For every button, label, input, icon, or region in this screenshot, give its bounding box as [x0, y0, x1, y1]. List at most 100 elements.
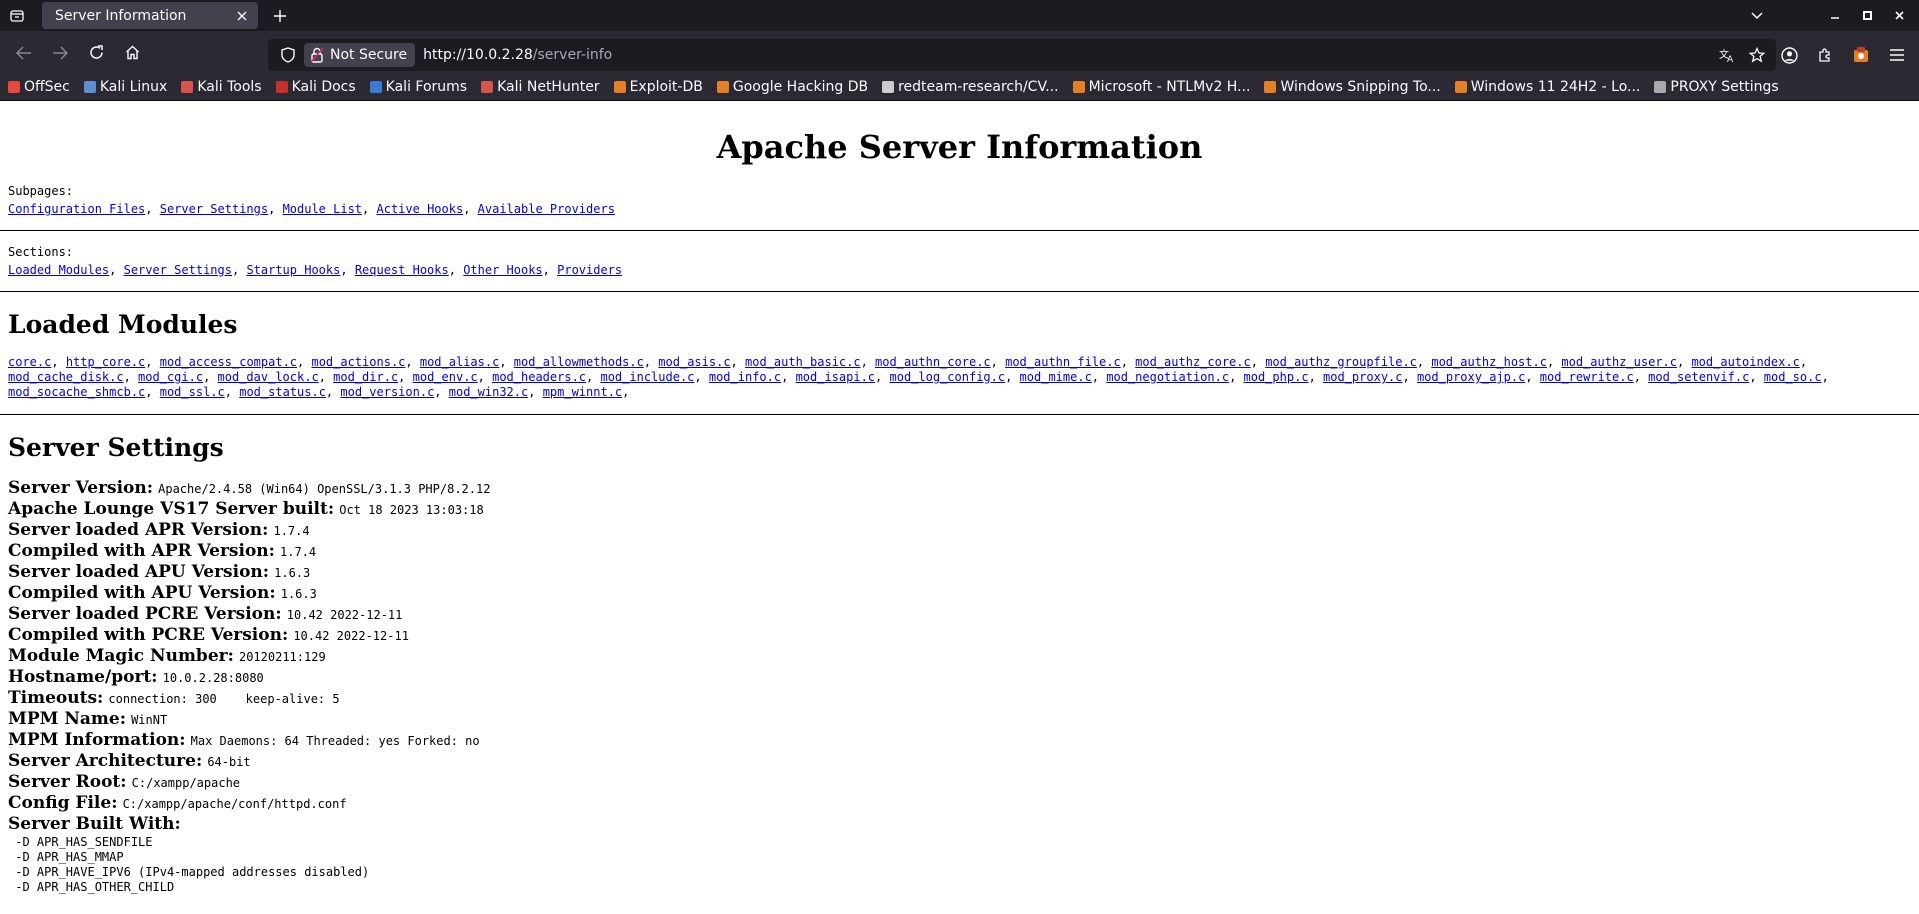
module-link[interactable]: mpm_winnt.c	[543, 385, 622, 399]
setting-label: Server Architecture:	[8, 751, 203, 771]
bookmark-item[interactable]: Microsoft - NTLMv2 H...	[1072, 79, 1250, 95]
module-link[interactable]: mod_authn_core.c	[875, 355, 991, 369]
module-link[interactable]: mod_alias.c	[420, 355, 499, 369]
subpage-link[interactable]: Server Settings	[160, 202, 268, 216]
module-link[interactable]: mod_auth_basic.c	[745, 355, 861, 369]
module-link[interactable]: mod_version.c	[340, 385, 434, 399]
chevron-down-icon[interactable]	[1741, 0, 1773, 31]
module-link[interactable]: mod_dir.c	[333, 370, 398, 384]
close-tab-icon[interactable]	[234, 8, 250, 24]
setting-row: Server Root: C:/xampp/apache	[8, 772, 1919, 793]
minimize-icon[interactable]	[1819, 0, 1851, 31]
bookmark-item[interactable]: Exploit-DB	[613, 79, 703, 95]
home-icon[interactable]	[117, 38, 147, 68]
section-link[interactable]: Other Hooks	[463, 263, 542, 277]
toolbar-right	[1771, 39, 1919, 71]
subpage-link[interactable]: Module List	[283, 202, 362, 216]
subpage-link[interactable]: Configuration Files	[8, 202, 145, 216]
module-link[interactable]: mod_log_config.c	[890, 370, 1006, 384]
module-link[interactable]: mod_include.c	[600, 370, 694, 384]
module-link[interactable]: mod_so.c	[1764, 370, 1822, 384]
module-link[interactable]: mod_info.c	[709, 370, 781, 384]
module-link[interactable]: mod_ssl.c	[160, 385, 225, 399]
module-link[interactable]: mod_env.c	[413, 370, 478, 384]
bookmark-star-icon[interactable]	[1742, 47, 1772, 63]
bookmark-favicon-icon	[369, 81, 382, 93]
module-link[interactable]: mod_allowmethods.c	[514, 355, 644, 369]
maximize-icon[interactable]	[1851, 0, 1883, 31]
forward-arrow-icon[interactable]	[45, 38, 75, 68]
module-link[interactable]: mod_authz_host.c	[1431, 355, 1547, 369]
new-tab-icon[interactable]	[264, 2, 296, 30]
bookmark-favicon-icon	[1454, 81, 1467, 93]
bookmark-item[interactable]: Windows Snipping To...	[1264, 79, 1441, 95]
setting-row: Server Built With:	[8, 814, 1919, 835]
back-arrow-icon[interactable]	[9, 38, 39, 68]
menu-hamburger-icon[interactable]	[1879, 40, 1915, 70]
bookmark-item[interactable]: Kali Linux	[83, 79, 167, 95]
module-link[interactable]: mod_asis.c	[658, 355, 730, 369]
url-host: http://10.0.2.28	[423, 47, 533, 63]
tab-list-icon[interactable]	[0, 0, 34, 31]
url-bar[interactable]: Not Secure http://10.0.2.28/server-info …	[268, 39, 1776, 71]
module-link[interactable]: mod_authz_user.c	[1561, 355, 1677, 369]
bookmark-item[interactable]: Google Hacking DB	[716, 79, 868, 95]
subpage-link[interactable]: Available Providers	[478, 202, 615, 216]
setting-value: 10.0.2.28:8080	[162, 671, 264, 685]
module-link[interactable]: mod_actions.c	[311, 355, 405, 369]
extensions-icon[interactable]	[1807, 40, 1843, 70]
bookmark-item[interactable]: Kali Tools	[181, 79, 262, 95]
module-link[interactable]: core.c	[8, 355, 51, 369]
close-window-icon[interactable]	[1883, 0, 1915, 31]
module-link[interactable]: mod_authz_core.c	[1135, 355, 1251, 369]
module-link[interactable]: mod_authz_groupfile.c	[1265, 355, 1417, 369]
bookmark-label: redteam-research/CV...	[898, 79, 1059, 95]
module-link[interactable]: mod_negotiation.c	[1106, 370, 1229, 384]
tab-active[interactable]: Server Information	[42, 2, 258, 29]
setting-row: Server loaded APR Version: 1.7.4	[8, 520, 1919, 541]
module-link[interactable]: http_core.c	[66, 355, 145, 369]
bookmark-item[interactable]: PROXY Settings	[1654, 79, 1779, 95]
translate-icon[interactable]: 文A	[1712, 47, 1742, 63]
module-link[interactable]: mod_win32.c	[449, 385, 528, 399]
bookmark-item[interactable]: Kali NetHunter	[481, 79, 600, 95]
reload-icon[interactable]	[81, 38, 111, 68]
bookmark-item[interactable]: redteam-research/CV...	[882, 79, 1059, 95]
module-link[interactable]: mod_proxy.c	[1323, 370, 1402, 384]
module-link[interactable]: mod_setenvif.c	[1648, 370, 1749, 384]
bookmark-label: PROXY Settings	[1670, 79, 1779, 95]
module-link[interactable]: mod_access_compat.c	[160, 355, 297, 369]
tracking-shield-icon[interactable]	[274, 47, 302, 63]
bookmark-item[interactable]: Kali Docs	[275, 79, 356, 95]
section-link[interactable]: Startup Hooks	[246, 263, 340, 277]
setting-label: Compiled with APR Version:	[8, 541, 275, 561]
bookmark-item[interactable]: Kali Forums	[369, 79, 467, 95]
module-link[interactable]: mod_cache_disk.c	[8, 370, 124, 384]
module-link[interactable]: mod_dav_lock.c	[218, 370, 319, 384]
module-link[interactable]: mod_headers.c	[492, 370, 586, 384]
section-link[interactable]: Providers	[557, 263, 622, 277]
module-link[interactable]: mod_mime.c	[1020, 370, 1092, 384]
setting-label: MPM Name:	[8, 709, 126, 729]
module-link[interactable]: mod_isapi.c	[796, 370, 875, 384]
module-link[interactable]: mod_php.c	[1244, 370, 1309, 384]
extension-addon-icon[interactable]	[1843, 40, 1879, 70]
url-text[interactable]: http://10.0.2.28/server-info	[423, 47, 612, 63]
setting-label: Server Version:	[8, 478, 154, 498]
section-link[interactable]: Request Hooks	[355, 263, 449, 277]
sections-links: Loaded Modules, Server Settings, Startup…	[8, 263, 623, 277]
section-link[interactable]: Loaded Modules	[8, 263, 109, 277]
bookmark-item[interactable]: OffSec	[8, 79, 70, 95]
module-link[interactable]: mod_proxy_ajp.c	[1417, 370, 1525, 384]
module-link[interactable]: mod_cgi.c	[138, 370, 203, 384]
module-link[interactable]: mod_rewrite.c	[1540, 370, 1634, 384]
section-link[interactable]: Server Settings	[124, 263, 232, 277]
not-secure-badge[interactable]: Not Secure	[304, 43, 416, 67]
module-link[interactable]: mod_socache_shmcb.c	[8, 385, 145, 399]
module-link[interactable]: mod_autoindex.c	[1691, 355, 1799, 369]
subpage-link[interactable]: Active Hooks	[377, 202, 464, 216]
account-icon[interactable]	[1771, 40, 1807, 70]
module-link[interactable]: mod_authn_file.c	[1005, 355, 1121, 369]
bookmark-item[interactable]: Windows 11 24H2 - Lo...	[1454, 79, 1640, 95]
module-link[interactable]: mod_status.c	[239, 385, 326, 399]
